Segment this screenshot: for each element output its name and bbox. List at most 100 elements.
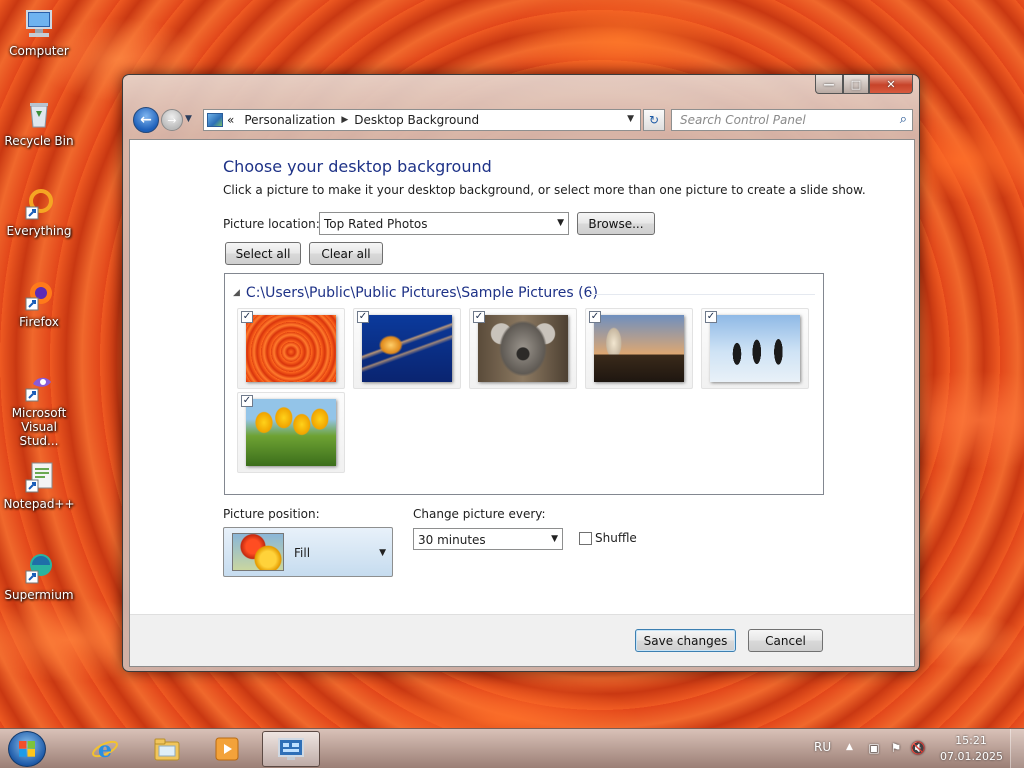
picture-position-label: Picture position:: [223, 507, 320, 521]
picture-thumbnail[interactable]: ✓: [353, 308, 461, 389]
clock[interactable]: 15:21 07.01.2025: [940, 733, 1003, 765]
desktop-icon-label: Notepad++: [3, 497, 75, 511]
search-input[interactable]: Search Control Panel ⌕: [671, 109, 913, 131]
desktop-icon-firefox[interactable]: Firefox: [2, 279, 76, 329]
clock-time: 15:21: [955, 734, 987, 747]
picture-thumbnail[interactable]: ✓: [701, 308, 809, 389]
desktop-icon-notepad-plus-plus[interactable]: Notepad++: [2, 461, 76, 511]
picture-thumbnail[interactable]: ✓: [237, 392, 345, 473]
picture-position-select[interactable]: Fill ▼: [223, 527, 393, 577]
browse-button[interactable]: Browse...: [577, 212, 655, 235]
language-indicator[interactable]: RU: [814, 740, 831, 754]
tulips-image: [246, 399, 336, 466]
picture-thumbnail[interactable]: ✓: [469, 308, 577, 389]
start-button[interactable]: [8, 731, 46, 767]
chevron-down-icon: ▼: [185, 114, 192, 124]
network-icon[interactable]: ▣: [866, 741, 882, 756]
content-area: Choose your desktop background Click a p…: [129, 139, 915, 667]
taskbar-windows-explorer[interactable]: [138, 731, 196, 767]
picture-checkbox[interactable]: ✓: [357, 311, 369, 323]
change-picture-every-select[interactable]: 30 minutes ▼: [413, 528, 563, 550]
notification-area: RU ▲ ▣ ⚑ 🔇 15:21 07.01.2025: [784, 729, 1024, 769]
taskbar-media-player[interactable]: [198, 731, 256, 767]
desktop-icon-label: Supermium: [4, 588, 74, 602]
collapse-triangle-icon[interactable]: ◢: [233, 288, 240, 298]
desktop-icon-computer[interactable]: Computer: [2, 8, 76, 58]
close-button[interactable]: ✕: [869, 75, 913, 94]
koala-image: [478, 315, 568, 382]
notepad-plus-plus-icon: [23, 461, 55, 493]
recycle-bin-icon: [23, 98, 55, 130]
page-description: Click a picture to make it your desktop …: [223, 183, 866, 197]
back-button[interactable]: ←: [133, 107, 159, 133]
clock-date: 07.01.2025: [940, 750, 1003, 763]
breadcrumb-desktop-background[interactable]: Desktop Background: [354, 113, 479, 127]
recent-pages-button[interactable]: ▼: [185, 114, 192, 124]
internet-explorer-icon: e: [91, 736, 119, 763]
computer-icon: [23, 8, 55, 40]
cancel-button[interactable]: Cancel: [748, 629, 823, 652]
breadcrumb-separator-icon[interactable]: ▶: [341, 115, 348, 125]
picture-checkbox[interactable]: ✓: [589, 311, 601, 323]
save-changes-button[interactable]: Save changes: [635, 629, 736, 652]
maximize-button[interactable]: □: [843, 75, 869, 94]
minimize-button[interactable]: —: [815, 75, 843, 94]
desktop-icon-label: Everything: [6, 224, 72, 238]
picture-thumbnail[interactable]: ✓: [237, 308, 345, 389]
search-icon[interactable]: ⌕: [900, 112, 907, 127]
breadcrumb-personalization[interactable]: Personalization: [244, 113, 335, 127]
picture-location-label: Picture location:: [223, 217, 320, 231]
picture-checkbox[interactable]: ✓: [241, 311, 253, 323]
desktop-icon-label: Firefox: [19, 315, 59, 329]
desktop-icon-recycle-bin[interactable]: Recycle Bin: [2, 98, 76, 148]
picture-checkbox[interactable]: ✓: [705, 311, 717, 323]
show-desktop-button[interactable]: [1010, 729, 1024, 769]
address-dropdown-icon[interactable]: ▼: [627, 114, 634, 124]
supermium-icon: [23, 552, 55, 584]
picture-thumbnail[interactable]: ✓: [585, 308, 693, 389]
refresh-icon: ↻: [648, 113, 660, 127]
shuffle-label[interactable]: Shuffle: [595, 531, 637, 545]
windows-logo-icon: [19, 741, 35, 757]
chevron-down-icon: ▼: [379, 548, 386, 558]
navigation-bar: ← → ▼ « Personalization ▶ Desktop Backgr…: [131, 107, 913, 133]
picture-checkbox[interactable]: ✓: [241, 395, 253, 407]
shuffle-checkbox[interactable]: [579, 532, 592, 545]
picture-location-select[interactable]: Top Rated Photos ▼: [319, 212, 569, 235]
control-panel-icon: [207, 113, 223, 127]
taskbar: e RU ▲ ▣ ⚑ 🔇 15:21 07.01.2025: [0, 728, 1024, 769]
taskbar-control-panel[interactable]: [262, 731, 320, 767]
close-icon: ✕: [886, 77, 896, 91]
chevron-down-icon: ▼: [551, 534, 558, 544]
visual-studio-icon: [23, 370, 55, 402]
jellyfish-image: [362, 315, 452, 382]
select-all-button[interactable]: Select all: [225, 242, 301, 265]
desktop-icon-everything[interactable]: Everything: [2, 188, 76, 238]
taskbar-internet-explorer[interactable]: e: [76, 731, 134, 767]
desktop-icon-supermium[interactable]: Supermium: [2, 552, 76, 602]
pictures-list: ◢ C:\Users\Public\Public Pictures\Sample…: [224, 273, 824, 495]
group-divider: [590, 294, 815, 295]
desktop-icon-visual-studio[interactable]: Microsoft Visual Stud...: [2, 370, 76, 448]
refresh-button[interactable]: ↻: [643, 109, 665, 131]
media-player-icon: [213, 736, 241, 762]
svg-text:e: e: [98, 737, 112, 762]
action-center-flag-icon[interactable]: ⚑: [888, 741, 904, 756]
group-header[interactable]: ◢ C:\Users\Public\Public Pictures\Sample…: [233, 285, 598, 301]
picture-checkbox[interactable]: ✓: [473, 311, 485, 323]
clear-all-button[interactable]: Clear all: [309, 242, 383, 265]
control-panel-icon: [277, 736, 305, 762]
firefox-icon: [23, 279, 55, 311]
forward-button[interactable]: →: [161, 109, 183, 131]
chrysanthemum-image: [246, 315, 336, 382]
desktop-icon-label: Microsoft Visual Stud...: [11, 406, 67, 448]
picture-location-value: Top Rated Photos: [324, 217, 428, 231]
volume-muted-icon[interactable]: 🔇: [910, 741, 926, 756]
windows-explorer-icon: [153, 736, 181, 762]
show-hidden-icons-icon[interactable]: ▲: [846, 742, 853, 752]
change-picture-every-label: Change picture every:: [413, 507, 546, 521]
caption-buttons: — □ ✕: [815, 75, 913, 94]
address-root-chevron[interactable]: «: [227, 113, 234, 127]
address-bar[interactable]: « Personalization ▶ Desktop Background ▼: [203, 109, 641, 131]
maximize-icon: □: [850, 77, 862, 91]
